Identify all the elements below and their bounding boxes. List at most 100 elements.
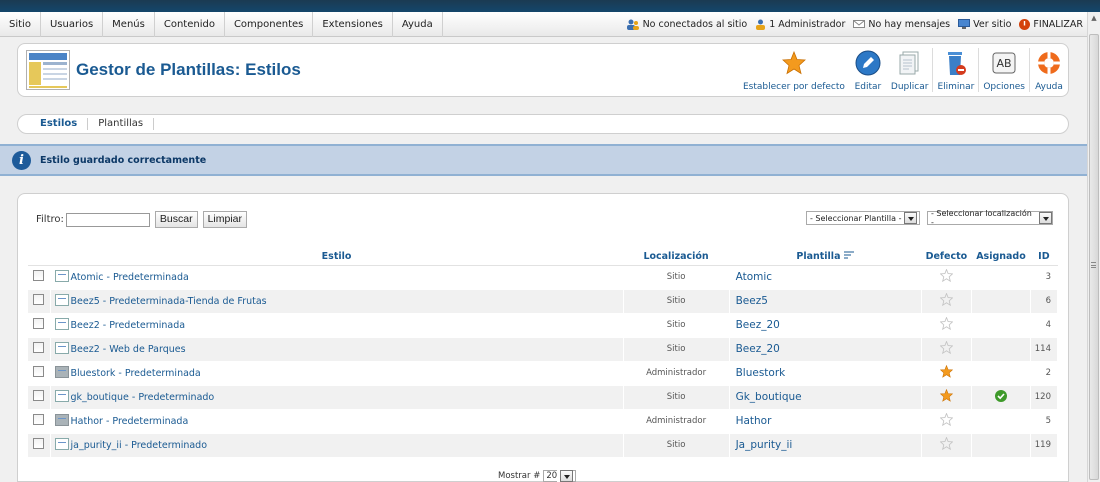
header-style[interactable]: Estilo bbox=[50, 249, 624, 266]
id-cell: 120 bbox=[1030, 385, 1059, 410]
style-name: ja_purity_ii - Predeterminado bbox=[70, 439, 208, 451]
search-button[interactable]: Buscar bbox=[154, 211, 198, 228]
template-cell[interactable]: Beez_20 bbox=[729, 337, 922, 362]
style-link[interactable]: ja_purity_ii - Predeterminado bbox=[54, 438, 619, 451]
menu-item-menus[interactable]: Menús bbox=[103, 11, 155, 37]
preview-icon[interactable] bbox=[54, 342, 69, 354]
options-button[interactable]: AB Opciones bbox=[978, 48, 1029, 92]
location-select-chevron-down-icon bbox=[1039, 212, 1052, 224]
template-select[interactable]: - Seleccionar Plantilla - bbox=[806, 211, 920, 225]
pencil-icon bbox=[855, 50, 881, 76]
default-cell[interactable] bbox=[921, 409, 973, 434]
style-link[interactable]: Beez2 - Predeterminada bbox=[54, 318, 619, 331]
preview-icon[interactable] bbox=[54, 390, 69, 402]
row-checkbox[interactable] bbox=[33, 294, 45, 305]
location-select[interactable]: - Seleccionar localización - bbox=[927, 209, 1053, 227]
row-checkbox[interactable] bbox=[33, 438, 45, 449]
row-checkbox[interactable] bbox=[33, 366, 45, 377]
header-template[interactable]: Plantilla bbox=[729, 249, 922, 266]
clear-button[interactable]: Limpiar bbox=[202, 211, 248, 228]
menu-item-componentes[interactable]: Componentes bbox=[225, 11, 314, 37]
view-site-link[interactable]: Ver sitio bbox=[958, 19, 1011, 30]
location-cell: Administrador bbox=[623, 361, 730, 386]
sort-icon bbox=[843, 251, 854, 259]
tab-plantillas[interactable]: Plantillas bbox=[88, 118, 155, 130]
header-default[interactable]: Defecto bbox=[921, 249, 973, 266]
header-assigned[interactable]: Asignado bbox=[971, 249, 1031, 266]
scroll-up-icon[interactable]: ▲ bbox=[1089, 14, 1099, 28]
assigned-cell bbox=[971, 265, 1031, 290]
template-cell[interactable]: Beez_20 bbox=[729, 313, 922, 338]
table-row: gk_boutique - Predeterminado Sitio Gk_bout… bbox=[28, 385, 1059, 410]
help-label: Ayuda bbox=[1035, 82, 1063, 92]
location-cell: Sitio bbox=[623, 313, 730, 338]
template-cell[interactable]: Atomic bbox=[729, 265, 922, 290]
row-checkbox[interactable] bbox=[33, 390, 45, 401]
delete-button[interactable]: Eliminar bbox=[932, 48, 978, 92]
logout-link[interactable]: FINALIZAR bbox=[1019, 18, 1083, 30]
default-cell[interactable] bbox=[921, 433, 973, 458]
preview-icon[interactable] bbox=[54, 294, 69, 306]
star-icon bbox=[939, 364, 953, 378]
star-outline-icon bbox=[939, 436, 954, 451]
row-checkbox[interactable] bbox=[33, 270, 45, 281]
menu-item-contenido[interactable]: Contenido bbox=[155, 11, 225, 37]
style-link[interactable]: Beez5 - Predeterminada-Tienda de Frutas bbox=[54, 294, 619, 307]
default-cell[interactable] bbox=[921, 361, 973, 386]
menu-item-ayuda[interactable]: Ayuda bbox=[393, 11, 443, 37]
tab-estilos[interactable]: Estilos bbox=[30, 118, 89, 130]
header-default-label: Defecto bbox=[925, 251, 968, 263]
style-name: Beez2 - Predeterminada bbox=[70, 319, 186, 331]
default-cell[interactable] bbox=[921, 337, 973, 362]
preview-icon[interactable] bbox=[54, 414, 69, 426]
preview-icon[interactable] bbox=[54, 438, 69, 450]
id-cell: 114 bbox=[1030, 337, 1059, 362]
row-checkbox[interactable] bbox=[33, 318, 45, 329]
edit-label: Editar bbox=[854, 82, 882, 92]
scrollbar-thumb[interactable] bbox=[1089, 34, 1099, 480]
messages-status[interactable]: No hay mensajes bbox=[853, 19, 950, 30]
header-id[interactable]: ID bbox=[1030, 249, 1059, 266]
template-cell[interactable]: Hathor bbox=[729, 409, 922, 434]
style-link[interactable]: Hathor - Predeterminada bbox=[54, 414, 619, 427]
filter-input[interactable] bbox=[65, 212, 150, 227]
header-template-label: Plantilla bbox=[796, 251, 841, 263]
id-cell: 4 bbox=[1030, 313, 1059, 338]
options-label: Opciones bbox=[983, 82, 1025, 92]
table-row: Hathor - Predeterminada Administrador Hath… bbox=[28, 409, 1059, 434]
pagination-select[interactable]: 20 bbox=[543, 469, 577, 482]
help-button[interactable]: Ayuda bbox=[1029, 48, 1068, 92]
table-row: ja_purity_ii - Predeterminado Sitio Ja_pur… bbox=[28, 433, 1059, 458]
row-checkbox[interactable] bbox=[33, 414, 45, 425]
toolbar-box: Gestor de Plantillas: Estilos Establecer… bbox=[17, 43, 1069, 97]
duplicate-button[interactable]: Duplicar bbox=[887, 48, 933, 92]
preview-icon[interactable] bbox=[54, 270, 69, 282]
header-location[interactable]: Localización bbox=[623, 249, 730, 266]
set-default-button[interactable]: Establecer por defecto bbox=[739, 48, 849, 92]
pagination-chevron-down-icon bbox=[560, 470, 574, 482]
menu-item-usuarios[interactable]: Usuarios bbox=[41, 11, 104, 37]
style-link[interactable]: Bluestork - Predeterminada bbox=[54, 366, 619, 379]
default-cell[interactable] bbox=[921, 313, 973, 338]
default-cell[interactable] bbox=[921, 289, 973, 314]
row-checkbox-cell bbox=[28, 337, 51, 362]
preview-icon[interactable] bbox=[54, 366, 69, 378]
template-cell[interactable]: Gk_boutique bbox=[729, 385, 922, 410]
preview-icon[interactable] bbox=[54, 318, 69, 330]
template-cell[interactable]: Beez5 bbox=[729, 289, 922, 314]
default-cell[interactable] bbox=[921, 265, 973, 290]
star-outline-icon bbox=[939, 316, 954, 331]
style-link[interactable]: Atomic - Predeterminada bbox=[54, 270, 619, 283]
row-checkbox[interactable] bbox=[33, 342, 45, 353]
vertical-scrollbar[interactable]: ▲ bbox=[1087, 12, 1100, 482]
default-cell[interactable] bbox=[921, 385, 973, 410]
style-link[interactable]: Beez2 - Web de Parques bbox=[54, 342, 619, 355]
menu-item-sitio[interactable]: Sitio bbox=[0, 11, 41, 37]
menu-item-extensiones[interactable]: Extensiones bbox=[313, 11, 393, 37]
pagination-value: 20 bbox=[546, 471, 558, 481]
template-cell[interactable]: Ja_purity_ii bbox=[729, 433, 922, 458]
location-cell: Administrador bbox=[623, 409, 730, 434]
edit-button[interactable]: Editar bbox=[849, 48, 887, 92]
template-cell[interactable]: Bluestork bbox=[729, 361, 922, 386]
style-link[interactable]: gk_boutique - Predeterminado bbox=[54, 390, 619, 403]
